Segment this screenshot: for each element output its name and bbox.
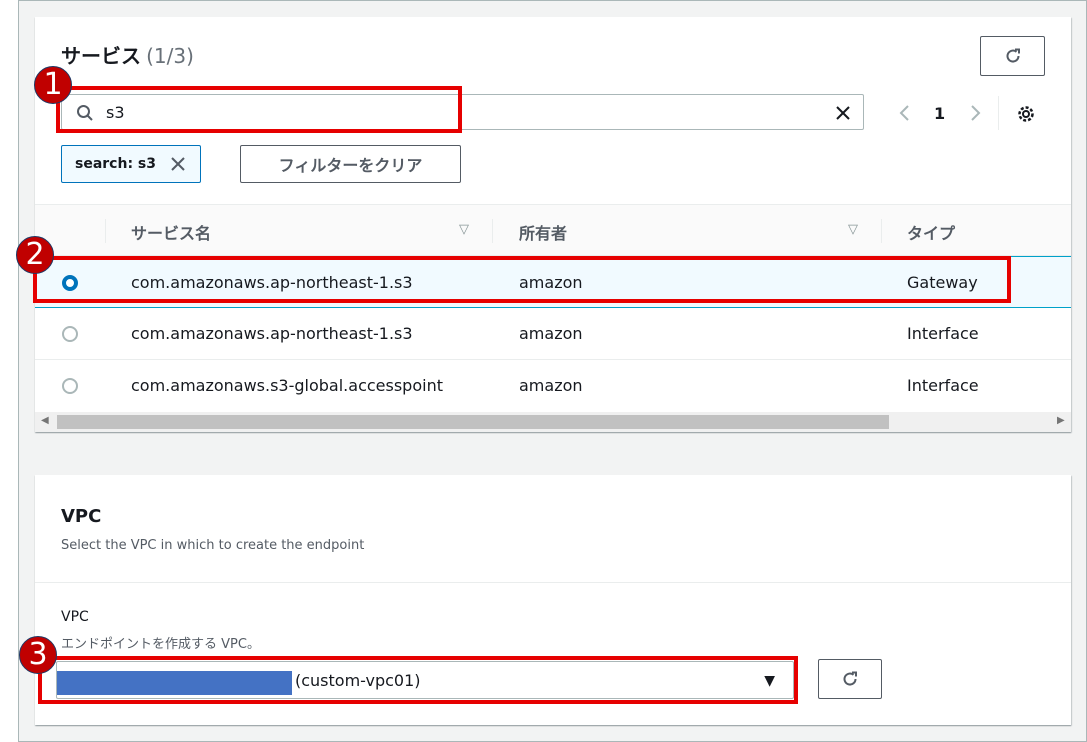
annotation-box-vpc (38, 656, 798, 704)
column-separator (492, 219, 493, 243)
vpc-field-label: VPC (61, 609, 89, 625)
annotation-badge-1: 1 (34, 66, 72, 104)
horizontal-scrollbar[interactable]: ◀ ▶ (35, 412, 1071, 432)
chevron-left-icon[interactable] (898, 104, 912, 122)
selection-count: (1/3) (146, 44, 194, 68)
vpc-heading: VPC (61, 506, 102, 527)
clear-filters-button[interactable]: フィルターをクリア (240, 145, 461, 183)
column-header-owner[interactable]: 所有者 (519, 220, 567, 244)
chevron-right-icon[interactable] (968, 104, 982, 122)
service-name-cell: com.amazonaws.ap-northeast-1.s3 (131, 324, 413, 343)
annotation-badge-2: 2 (16, 236, 54, 274)
table-row[interactable]: com.amazonaws.ap-northeast-1.s3 amazon I… (35, 308, 1071, 360)
column-separator (105, 219, 106, 243)
vpc-description: Select the VPC in which to create the en… (61, 538, 365, 553)
type-cell: Interface (907, 324, 979, 343)
filter-token: search: s3 (61, 145, 201, 183)
refresh-icon (843, 671, 857, 686)
column-header-type[interactable]: タイプ (907, 220, 955, 244)
table-row[interactable]: com.amazonaws.s3-global.accesspoint amaz… (35, 360, 1071, 412)
refresh-icon (1006, 48, 1020, 63)
annotation-box-search (56, 86, 462, 133)
type-cell: Interface (907, 376, 979, 395)
scroll-right-icon[interactable]: ▶ (1057, 415, 1065, 426)
page-title: サービス (61, 44, 141, 68)
table-header: サービス名 ▽ 所有者 ▽ タイプ (35, 204, 1071, 256)
page-number[interactable]: 1 (934, 104, 945, 123)
refresh-button[interactable] (980, 36, 1045, 76)
service-name-cell: com.amazonaws.s3-global.accesspoint (131, 376, 443, 395)
column-header-service-name[interactable]: サービス名 (131, 220, 211, 244)
owner-cell: amazon (519, 324, 583, 343)
annotation-box-row (33, 256, 1011, 303)
sort-icon[interactable]: ▽ (459, 222, 469, 237)
pager-divider (998, 96, 999, 130)
owner-cell: amazon (519, 376, 583, 395)
clear-icon[interactable] (834, 104, 852, 122)
vpc-field-description: エンドポイントを作成する VPC。 (61, 637, 260, 652)
section-divider (35, 582, 1071, 583)
scroll-left-icon[interactable]: ◀ (41, 415, 49, 426)
vpc-refresh-button[interactable] (818, 659, 882, 699)
remove-filter-icon[interactable] (170, 156, 186, 172)
settings-icon[interactable] (1016, 104, 1036, 124)
panel-header: サービス (1/3) (61, 40, 194, 69)
sort-icon[interactable]: ▽ (848, 222, 858, 237)
row-radio[interactable] (62, 326, 78, 342)
scrollbar-thumb[interactable] (57, 415, 889, 429)
column-separator (881, 219, 882, 243)
annotation-badge-3: 3 (19, 636, 57, 674)
row-radio[interactable] (62, 378, 78, 394)
filter-token-label: search: s3 (75, 156, 156, 172)
